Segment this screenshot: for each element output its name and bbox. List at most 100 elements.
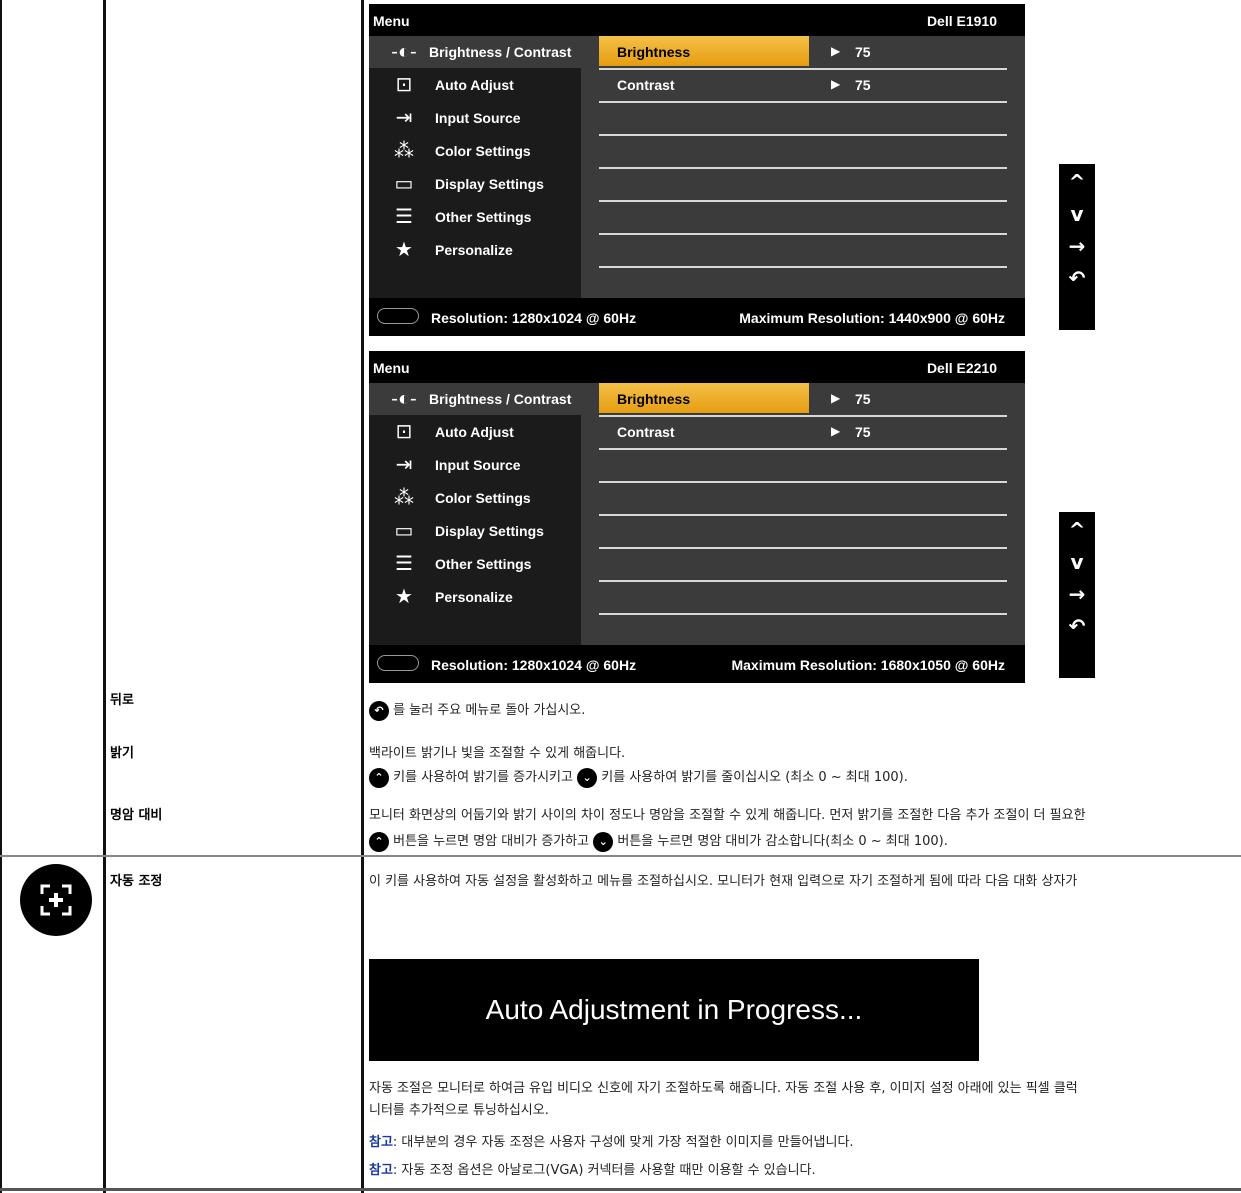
grid-line <box>0 0 2 1193</box>
submenu-empty-row <box>599 102 1007 136</box>
osd-menu-e2210: Menu Dell E2210 -◐- Brightness / Contras… <box>369 351 1025 683</box>
back-arrow-icon[interactable]: ↶ <box>1059 266 1095 290</box>
keypad-panel: ^ v → ↶ <box>1059 164 1095 330</box>
contrast-description-1: 모니터 화면상의 어둡기와 밝기 사이의 차이 정도나 명암을 조절할 수 있게… <box>369 808 1086 823</box>
menu-item-other-settings[interactable]: ☰ Other Settings <box>369 201 581 233</box>
menu-item-display-settings[interactable]: ▭ Display Settings <box>369 168 581 200</box>
osd-menu-title: Menu <box>373 360 410 376</box>
osd-main-menu: -◐- Brightness / Contrast ⊡ Auto Adjust … <box>369 383 581 645</box>
submenu-empty-row <box>599 449 1007 483</box>
resolution-text: Resolution: 1280x1024 @ 60Hz <box>431 657 637 673</box>
down-button-icon: ⌄ <box>577 767 598 788</box>
down-button-icon: ⌄ <box>593 831 614 852</box>
menu-item-other-settings[interactable]: ☰ Other Settings <box>369 548 581 580</box>
menu-item-color-settings[interactable]: ⁂ Color Settings <box>369 135 581 167</box>
menu-item-color-settings[interactable]: ⁂ Color Settings <box>369 482 581 514</box>
max-resolution-text: Maximum Resolution: 1440x900 @ 60Hz <box>739 310 1005 326</box>
grid-line <box>361 0 364 1193</box>
osd-header: Menu Dell E1910 <box>369 4 1025 36</box>
vga-connector-icon <box>377 655 419 671</box>
note-label: 참고 <box>369 1135 393 1150</box>
arrow-right-icon: ▶ <box>831 424 841 438</box>
contrast-description-2: ⌃ 버튼을 누르면 명암 대비가 증가하고 ⌄ 버튼을 누르면 명암 대비가 감… <box>369 830 948 852</box>
down-arrow-icon[interactable]: v <box>1059 202 1095 226</box>
auto-adjust-dialog: Auto Adjustment in Progress... <box>369 959 979 1061</box>
brightness-description-1: 백라이트 밝기나 빛을 조절할 수 있게 해줍니다. <box>369 746 626 761</box>
submenu-empty-row <box>599 515 1007 549</box>
osd-header: Menu Dell E2210 <box>369 351 1025 383</box>
arrow-right-icon: ▶ <box>831 77 841 91</box>
menu-item-personalize[interactable]: ★ Personalize <box>369 581 581 613</box>
color-settings-icon: ⁂ <box>394 487 414 509</box>
menu-item-input-source[interactable]: ⇥ Input Source <box>369 102 581 134</box>
grid-line <box>0 855 1241 857</box>
auto-adjust-icon: ⊡ <box>395 421 413 443</box>
brightness-icon: -◐- <box>391 388 417 410</box>
menu-item-auto-adjust[interactable]: ⊡ Auto Adjust <box>369 416 581 448</box>
submenu-empty-row <box>599 135 1007 169</box>
auto-adjust-paragraph-1: 자동 조절은 모니터로 하여금 유입 비디오 신호에 자기 조절하도록 해줍니다… <box>369 1081 1078 1096</box>
menu-item-auto-adjust[interactable]: ⊡ Auto Adjust <box>369 69 581 101</box>
other-settings-icon: ☰ <box>395 206 413 228</box>
submenu-empty-row <box>599 201 1007 235</box>
vga-connector-icon <box>377 308 419 324</box>
submenu-empty-row <box>599 168 1007 202</box>
up-button-icon: ⌃ <box>369 767 389 788</box>
submenu-brightness[interactable]: Brightness ▶ 75 <box>599 36 1007 70</box>
menu-item-brightness-contrast[interactable]: -◐- Brightness / Contrast <box>369 383 581 415</box>
note-2: 참고: 자동 조정 옵션은 아날로그(VGA) 커넥터를 사용할 때만 이용할 … <box>369 1163 816 1178</box>
note-1: 참고: 대부분의 경우 자동 조정은 사용자 구성에 맞게 가장 적절한 이미지… <box>369 1135 854 1150</box>
menu-item-brightness-contrast[interactable]: -◐- Brightness / Contrast <box>369 36 581 68</box>
osd-model: Dell E1910 <box>926 13 997 29</box>
row-label-back: 뒤로 <box>110 693 134 708</box>
osd-submenu: Brightness ▶ 75 Contrast ▶ 75 <box>581 383 1025 645</box>
submenu-contrast[interactable]: Contrast ▶ 75 <box>599 416 1007 450</box>
keypad-panel: ^ v → ↶ <box>1059 512 1095 678</box>
other-settings-icon: ☰ <box>395 553 413 575</box>
osd-footer: Resolution: 1280x1024 @ 60Hz Maximum Res… <box>369 298 1025 336</box>
osd-footer: Resolution: 1280x1024 @ 60Hz Maximum Res… <box>369 645 1025 683</box>
note-label: 참고 <box>369 1163 393 1178</box>
back-description: ↶ 를 눌러 주요 메뉴로 돌아 가십시오. <box>369 699 585 721</box>
row-label-brightness: 밝기 <box>110 746 134 761</box>
arrow-right-icon: ▶ <box>831 391 841 405</box>
auto-adjust-button-icon <box>20 864 92 936</box>
grid-line <box>0 1188 1241 1191</box>
input-source-icon: ⇥ <box>395 107 413 129</box>
star-icon: ★ <box>395 239 413 261</box>
color-settings-icon: ⁂ <box>394 140 414 162</box>
row-label-auto-adjust: 자동 조정 <box>110 874 163 889</box>
back-arrow-icon[interactable]: ↶ <box>1059 614 1095 638</box>
osd-menu-e1910: Menu Dell E1910 -◐- Brightness / Contras… <box>369 4 1025 336</box>
auto-adjust-paragraph-2: 니터를 추가적으로 튜닝하십시오. <box>369 1103 549 1118</box>
enter-arrow-icon[interactable]: → <box>1059 582 1095 606</box>
menu-item-input-source[interactable]: ⇥ Input Source <box>369 449 581 481</box>
arrow-right-icon: ▶ <box>831 44 841 58</box>
row-label-contrast: 명암 대비 <box>110 808 163 823</box>
auto-adjust-icon: ⊡ <box>395 74 413 96</box>
up-arrow-icon[interactable]: ^ <box>1059 170 1095 194</box>
brightness-description-2: ⌃ 키를 사용하여 밝기를 증가시키고 ⌄ 키를 사용하여 밝기를 줄이십시오 … <box>369 766 908 788</box>
enter-arrow-icon[interactable]: → <box>1059 234 1095 258</box>
osd-main-menu: -◐- Brightness / Contrast ⊡ Auto Adjust … <box>369 36 581 298</box>
display-settings-icon: ▭ <box>394 520 414 542</box>
submenu-contrast[interactable]: Contrast ▶ 75 <box>599 69 1007 103</box>
osd-submenu: Brightness ▶ 75 Contrast ▶ 75 <box>581 36 1025 298</box>
star-icon: ★ <box>395 586 413 608</box>
auto-adjust-description: 이 키를 사용하여 자동 설정을 활성화하고 메뉴를 조절하십시오. 모니터가 … <box>369 874 1078 889</box>
brightness-icon: -◐- <box>391 41 417 63</box>
submenu-empty-row <box>599 548 1007 582</box>
down-arrow-icon[interactable]: v <box>1059 550 1095 574</box>
osd-menu-title: Menu <box>373 13 410 29</box>
submenu-brightness[interactable]: Brightness ▶ 75 <box>599 383 1007 417</box>
up-arrow-icon[interactable]: ^ <box>1059 518 1095 542</box>
submenu-empty-row <box>599 482 1007 516</box>
menu-item-personalize[interactable]: ★ Personalize <box>369 234 581 266</box>
max-resolution-text: Maximum Resolution: 1680x1050 @ 60Hz <box>731 657 1005 673</box>
back-button-icon: ↶ <box>369 700 389 721</box>
input-source-icon: ⇥ <box>395 454 413 476</box>
display-settings-icon: ▭ <box>394 173 414 195</box>
grid-line <box>103 0 106 1193</box>
up-button-icon: ⌃ <box>369 831 389 852</box>
menu-item-display-settings[interactable]: ▭ Display Settings <box>369 515 581 547</box>
